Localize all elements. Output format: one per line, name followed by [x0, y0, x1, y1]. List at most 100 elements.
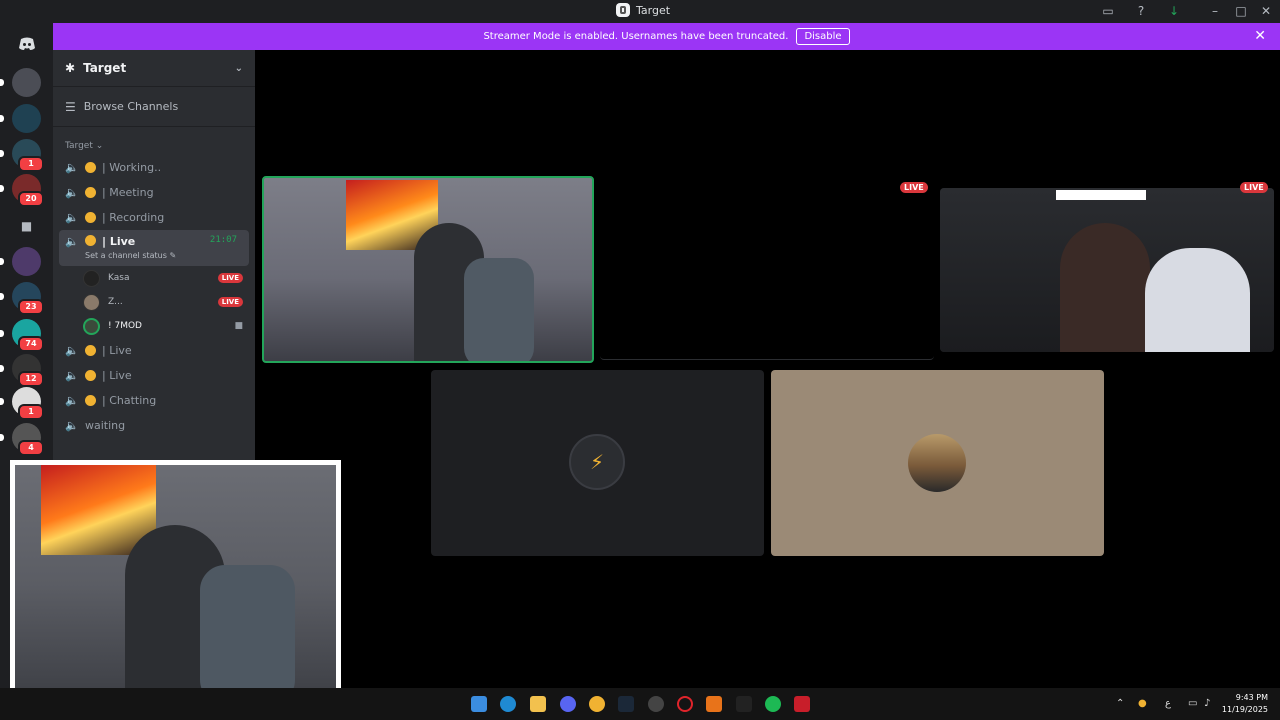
voice-channel-active[interactable]: 🔈 | Live 21:07 Set a channel status ✎	[59, 230, 249, 266]
folder-icon[interactable]: ■	[12, 212, 41, 241]
voice-member[interactable]: ! 7MOD ■	[53, 314, 255, 338]
participant-tile[interactable]	[771, 370, 1104, 556]
download-icon[interactable]: ↓	[1166, 4, 1182, 19]
discord-taskbar-icon[interactable]	[560, 696, 576, 712]
server-icon[interactable]: 74	[0, 319, 44, 352]
close-banner-icon[interactable]: ✕	[1254, 28, 1266, 44]
network-icon[interactable]: ▭	[1188, 698, 1197, 709]
participant-avatar: ⚡	[569, 434, 625, 490]
voice-channel[interactable]: 🔈 | Chatting	[53, 388, 255, 413]
live-badge: LIVE	[217, 297, 243, 307]
inbox-icon[interactable]: ▭	[1100, 4, 1116, 19]
status-dot	[85, 187, 96, 198]
avatar	[83, 269, 100, 287]
category-header[interactable]: Target ⌄	[53, 141, 255, 155]
guild-header[interactable]: ✱ Target ⌄	[53, 50, 255, 87]
voice-member[interactable]: Kasa LIVE	[53, 266, 255, 290]
steam-icon[interactable]	[618, 696, 634, 712]
chevron-down-icon: ⌄	[95, 141, 104, 151]
app-icon[interactable]	[648, 696, 664, 712]
language-indicator[interactable]: ع	[1165, 698, 1171, 709]
member-name: ! 7MOD	[108, 321, 142, 331]
channel-name: | Meeting	[102, 186, 154, 199]
channel-status-text: Set a channel status	[85, 251, 167, 260]
voice-channel[interactable]: 🔈 | Working..	[53, 155, 255, 180]
maximize-icon[interactable]: □	[1233, 4, 1249, 19]
member-name: Z...	[108, 297, 123, 307]
app-icon[interactable]	[589, 696, 605, 712]
server-icon[interactable]: 1	[0, 139, 44, 172]
webcam-overlay	[10, 460, 341, 709]
voice-member[interactable]: Z... LIVE	[53, 290, 255, 314]
server-icon[interactable]	[0, 68, 41, 97]
mention-badge: 74	[18, 336, 44, 352]
server-icon[interactable]: 12	[0, 354, 44, 387]
file-explorer-icon[interactable]	[530, 696, 546, 712]
status-dot	[85, 345, 96, 356]
server-icon[interactable]: 20	[0, 174, 44, 207]
channel-name: | Chatting	[102, 394, 157, 407]
video-camera-icon: ■	[234, 321, 243, 331]
server-icon[interactable]: 23	[0, 282, 44, 315]
streamer-mode-banner: Streamer Mode is enabled. Usernames have…	[53, 23, 1280, 50]
chevron-down-icon[interactable]: ⌄	[235, 63, 243, 74]
voice-channel[interactable]: 🔈 waiting	[53, 413, 255, 438]
live-badge: LIVE	[900, 182, 928, 193]
guild-icon: ✱	[65, 61, 76, 75]
status-dot	[85, 370, 96, 381]
volume-icon[interactable]: ♪	[1204, 698, 1210, 709]
title-bar: Target ▭ ? ↓ – □ ✕	[0, 0, 1280, 23]
disable-streamer-mode-button[interactable]: Disable	[796, 28, 850, 45]
live-badge: LIVE	[1240, 182, 1268, 193]
app-icon[interactable]	[706, 696, 722, 712]
call-duration: 21:07	[209, 235, 237, 245]
help-icon[interactable]: ?	[1133, 4, 1149, 19]
opera-icon[interactable]	[677, 696, 693, 712]
channel-name: | Live	[102, 369, 132, 382]
voice-channel[interactable]: 🔈 | Live	[53, 338, 255, 363]
clock[interactable]: 9:43 PM 11/19/2025	[1222, 692, 1268, 716]
minimize-icon[interactable]: –	[1207, 4, 1223, 19]
speaker-icon: 🔈	[65, 186, 79, 199]
close-window-icon[interactable]: ✕	[1258, 4, 1274, 19]
server-icon[interactable]	[0, 247, 41, 276]
pencil-icon: ✎	[169, 251, 177, 260]
browse-channels-label: Browse Channels	[83, 100, 179, 113]
channel-name: | Live	[102, 235, 136, 248]
participant-avatar	[908, 434, 966, 492]
person-silhouette	[1060, 223, 1150, 352]
status-dot	[85, 162, 96, 173]
browse-channels[interactable]: ☰ Browse Channels	[53, 87, 255, 127]
video-tile-speaking[interactable]	[262, 176, 594, 363]
mention-badge: 4	[18, 440, 44, 456]
server-icon[interactable]	[0, 104, 41, 133]
voice-channel[interactable]: 🔈 | Meeting	[53, 180, 255, 205]
voice-channel[interactable]: 🔈 | Recording	[53, 205, 255, 230]
avatar	[83, 293, 100, 311]
mention-badge: 1	[18, 404, 44, 420]
speaker-icon: 🔈	[65, 369, 79, 382]
voice-channel[interactable]: 🔈 | Live	[53, 363, 255, 388]
app-icon[interactable]	[794, 696, 810, 712]
spotify-icon[interactable]	[765, 696, 781, 712]
microphone-icon[interactable]: ●	[1138, 698, 1147, 709]
discord-home-icon[interactable]	[12, 29, 41, 58]
mention-badge: 12	[18, 371, 44, 387]
windows-start-icon[interactable]	[471, 696, 487, 712]
participant-tile[interactable]: ⚡	[431, 370, 764, 556]
server-icon[interactable]: 1	[0, 387, 44, 420]
app-icon	[616, 3, 630, 17]
stream-tile-empty[interactable]	[600, 188, 934, 360]
channel-name: | Recording	[102, 211, 165, 224]
window-title-text: Target	[636, 3, 671, 17]
epic-games-icon[interactable]	[736, 696, 752, 712]
chevron-up-icon[interactable]: ⌃	[1116, 698, 1124, 709]
channel-name: | Working..	[102, 161, 162, 174]
list-icon: ☰	[65, 99, 76, 114]
server-icon[interactable]: 4	[0, 423, 44, 456]
avatar	[83, 317, 100, 335]
edge-icon[interactable]	[500, 696, 516, 712]
channel-status[interactable]: Set a channel status ✎	[85, 251, 176, 260]
stream-tile[interactable]	[940, 188, 1274, 352]
status-dot	[85, 235, 96, 246]
